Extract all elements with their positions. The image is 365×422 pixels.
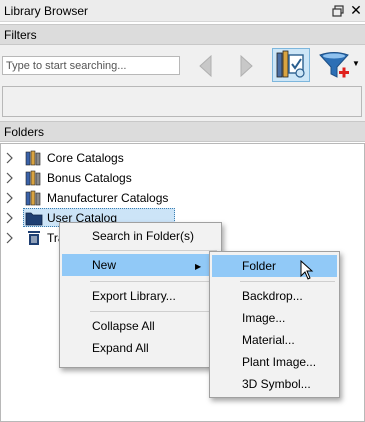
add-filter-icon[interactable] xyxy=(318,51,350,81)
forward-arrow-icon[interactable] xyxy=(236,53,256,79)
filters-panel: ▼ xyxy=(0,45,365,121)
books-icon xyxy=(25,150,41,166)
chevron-right-icon[interactable] xyxy=(5,152,15,164)
menu-item-label: Backdrop... xyxy=(242,289,303,303)
filters-header-label: Filters xyxy=(4,28,37,42)
tree-item-label: Bonus Catalogs xyxy=(47,171,132,185)
books-icon xyxy=(25,190,41,206)
submenu-item-3d-symbol[interactable]: 3D Symbol... xyxy=(212,373,337,395)
submenu-arrow-icon: ▶ xyxy=(195,262,202,271)
chevron-right-icon[interactable] xyxy=(5,212,15,224)
menu-item-label: Material... xyxy=(242,333,295,347)
float-window-icon[interactable] xyxy=(331,4,345,18)
menu-item-label: Plant Image... xyxy=(242,355,317,369)
catalog-check-icon xyxy=(276,50,305,78)
menu-item-label: Image... xyxy=(242,311,286,325)
close-icon[interactable]: ✕ xyxy=(349,3,363,17)
books-icon xyxy=(25,170,41,186)
catalog-filter-toggle-button[interactable] xyxy=(272,48,310,82)
menu-item-collapse-all[interactable]: Collapse All xyxy=(62,315,219,337)
folder-icon xyxy=(25,212,43,226)
filters-section-header[interactable]: Filters xyxy=(0,24,365,45)
menu-separator xyxy=(240,281,335,282)
menu-item-search-in-folders[interactable]: Search in Folder(s) xyxy=(62,225,219,247)
chevron-down-icon[interactable]: ▼ xyxy=(352,59,362,68)
context-menu: Search in Folder(s) New Export Library..… xyxy=(59,222,222,368)
menu-item-label: Expand All xyxy=(92,341,149,355)
menu-separator xyxy=(90,250,217,251)
folders-section-header[interactable]: Folders xyxy=(0,121,365,142)
submenu-item-plant-image[interactable]: Plant Image... xyxy=(212,351,337,373)
menu-item-export-library[interactable]: Export Library... xyxy=(62,285,219,307)
menu-separator xyxy=(90,281,217,282)
title-bar: Library Browser ✕ xyxy=(0,0,365,22)
menu-item-label: Folder xyxy=(242,259,277,273)
submenu-item-backdrop[interactable]: Backdrop... xyxy=(212,285,337,307)
menu-item-label: Export Library... xyxy=(92,289,176,303)
menu-separator xyxy=(90,311,217,312)
tree-item-label: Manufacturer Catalogs xyxy=(47,191,169,205)
menu-item-label: New xyxy=(92,258,117,272)
chevron-right-icon[interactable] xyxy=(5,192,15,204)
menu-item-expand-all[interactable]: Expand All xyxy=(62,337,219,359)
back-arrow-icon[interactable] xyxy=(196,53,216,79)
new-submenu: Folder Backdrop... Image... Material... … xyxy=(209,251,340,398)
submenu-item-material[interactable]: Material... xyxy=(212,329,337,351)
active-filters-box xyxy=(2,86,362,117)
folders-header-label: Folders xyxy=(4,125,45,139)
menu-item-label: Collapse All xyxy=(92,319,155,333)
mouse-cursor-icon xyxy=(300,260,314,280)
submenu-item-folder[interactable]: Folder xyxy=(212,255,337,277)
tree-item-bonus-catalogs[interactable]: Bonus Catalogs xyxy=(5,168,205,188)
trash-icon xyxy=(28,231,40,245)
tree-item-label: Core Catalogs xyxy=(47,151,124,165)
search-input[interactable] xyxy=(2,56,180,75)
tree-item-core-catalogs[interactable]: Core Catalogs xyxy=(5,148,205,168)
menu-item-label: 3D Symbol... xyxy=(242,377,311,391)
submenu-item-image[interactable]: Image... xyxy=(212,307,337,329)
menu-item-label: Search in Folder(s) xyxy=(92,229,195,243)
chevron-right-icon[interactable] xyxy=(5,172,15,184)
tree-item-manufacturer-catalogs[interactable]: Manufacturer Catalogs xyxy=(5,188,205,208)
window-title: Library Browser xyxy=(4,4,89,18)
chevron-right-icon[interactable] xyxy=(5,232,15,244)
